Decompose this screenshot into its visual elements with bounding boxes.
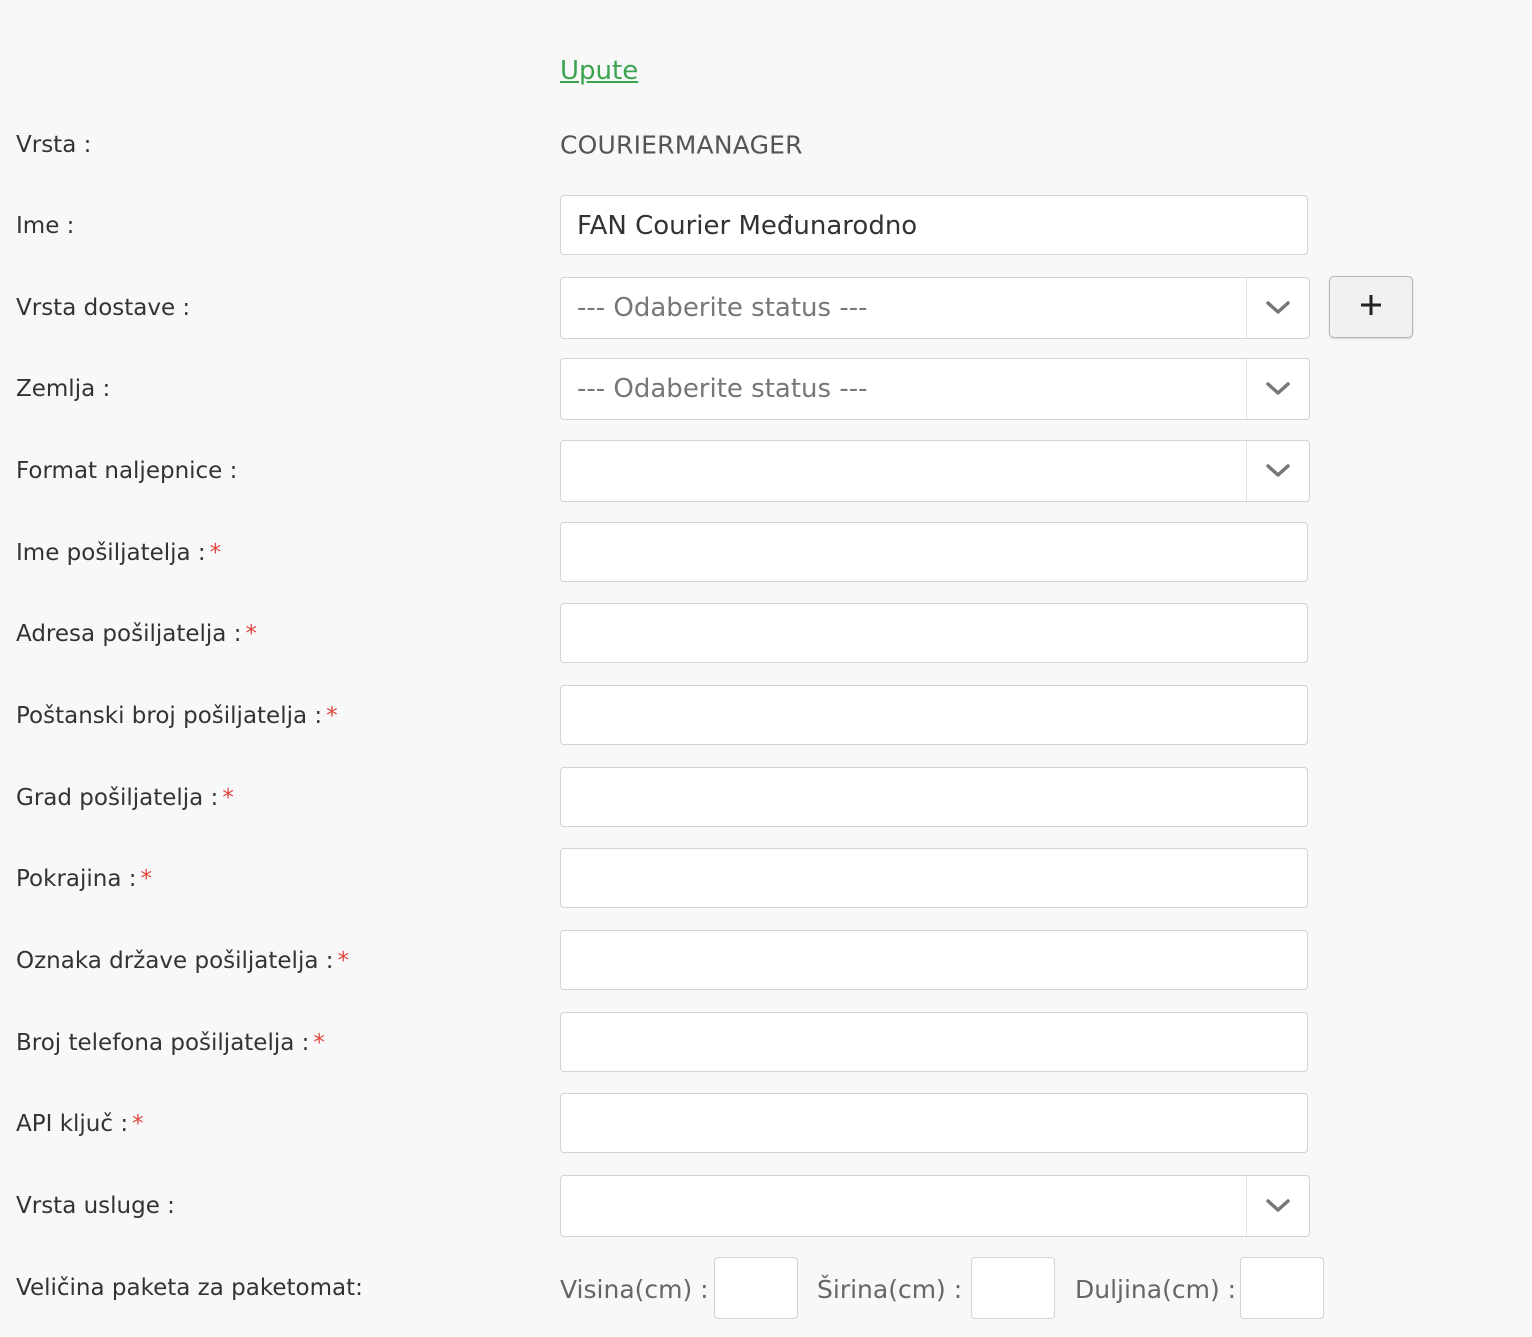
row-vrsta-usluge: Vrsta usluge : xyxy=(0,1175,1532,1237)
help-link[interactable]: Upute xyxy=(560,56,638,86)
api-kljuc-label: API ključ : * xyxy=(16,1111,144,1137)
broj-telefona-label: Broj telefona pošiljatelja : * xyxy=(16,1030,325,1056)
grad-posiljatelja-label: Grad pošiljatelja : * xyxy=(16,785,234,811)
vrsta-dostave-selected: --- Odaberite status --- xyxy=(577,293,868,323)
velicina-paketa-label: Veličina paketa za paketomat: xyxy=(16,1275,363,1301)
grad-posiljatelja-input[interactable] xyxy=(560,767,1308,827)
chevron-down-icon[interactable] xyxy=(1246,278,1309,338)
duljina-input[interactable] xyxy=(1240,1257,1324,1319)
vrsta-dostave-label: Vrsta dostave : xyxy=(16,295,191,321)
ime-posiljatelja-label: Ime pošiljatelja : * xyxy=(16,540,222,566)
vrsta-usluge-label: Vrsta usluge : xyxy=(16,1193,175,1219)
row-velicina-paketa: Veličina paketa za paketomat: Visina(cm)… xyxy=(0,1257,1532,1319)
row-postanski-broj: Poštanski broj pošiljatelja : * xyxy=(0,685,1532,747)
postanski-broj-input[interactable] xyxy=(560,685,1308,745)
sirina-input[interactable] xyxy=(971,1257,1055,1319)
plus-icon xyxy=(1359,293,1383,321)
required-mark: * xyxy=(337,948,350,974)
ime-label: Ime : xyxy=(16,213,75,239)
required-mark: * xyxy=(326,703,338,729)
row-broj-telefona: Broj telefona pošiljatelja : * xyxy=(0,1012,1532,1074)
format-naljepnice-label: Format naljepnice : xyxy=(16,458,238,484)
broj-telefona-input[interactable] xyxy=(560,1012,1308,1072)
courier-settings-form: Upute Vrsta : COURIERMANAGER Ime : FAN C… xyxy=(0,0,1532,1337)
vrsta-dostave-select[interactable]: --- Odaberite status --- xyxy=(560,277,1310,339)
zemlja-select[interactable]: --- Odaberite status --- xyxy=(560,358,1310,420)
row-format-naljepnice: Format naljepnice : xyxy=(0,440,1532,502)
duljina-label: Duljina(cm) : xyxy=(1075,1275,1237,1304)
zemlja-selected: --- Odaberite status --- xyxy=(577,374,868,404)
chevron-down-icon[interactable] xyxy=(1246,359,1309,419)
required-mark: * xyxy=(245,621,257,647)
ime-input[interactable]: FAN Courier Međunarodno xyxy=(560,195,1308,255)
visina-label: Visina(cm) : xyxy=(560,1275,709,1304)
required-mark: * xyxy=(132,1111,144,1137)
add-delivery-type-button[interactable] xyxy=(1329,276,1413,338)
adresa-posiljatelja-input[interactable] xyxy=(560,603,1308,663)
chevron-down-icon[interactable] xyxy=(1246,1176,1309,1236)
ime-posiljatelja-input[interactable] xyxy=(560,522,1308,582)
required-mark: * xyxy=(209,540,222,566)
zemlja-label: Zemlja : xyxy=(16,376,111,402)
row-adresa-posiljatelja: Adresa pošiljatelja : * xyxy=(0,603,1532,665)
vrsta-label: Vrsta : xyxy=(16,132,92,158)
row-ime: Ime : FAN Courier Međunarodno xyxy=(0,195,1532,257)
row-grad-posiljatelja: Grad pošiljatelja : * xyxy=(0,767,1532,829)
sirina-label: Širina(cm) : xyxy=(817,1275,963,1304)
visina-input[interactable] xyxy=(714,1257,798,1319)
row-api-kljuc: API ključ : * xyxy=(0,1093,1532,1155)
row-ime-posiljatelja: Ime pošiljatelja : * xyxy=(0,522,1532,584)
vrsta-value: COURIERMANAGER xyxy=(560,130,803,160)
vrsta-usluge-select[interactable] xyxy=(560,1175,1310,1237)
oznaka-drzave-input[interactable] xyxy=(560,930,1308,990)
row-zemlja: Zemlja : --- Odaberite status --- xyxy=(0,358,1532,420)
api-kljuc-input[interactable] xyxy=(560,1093,1308,1153)
format-naljepnice-select[interactable] xyxy=(560,440,1310,502)
chevron-down-icon[interactable] xyxy=(1246,441,1309,501)
oznaka-drzave-label: Oznaka države pošiljatelja : * xyxy=(16,948,349,974)
pokrajina-input[interactable] xyxy=(560,848,1308,908)
row-vrsta: Vrsta : COURIERMANAGER xyxy=(0,114,1532,176)
row-vrsta-dostave: Vrsta dostave : --- Odaberite status --- xyxy=(0,276,1532,339)
pokrajina-label: Pokrajina : * xyxy=(16,866,153,892)
row-oznaka-drzave: Oznaka države pošiljatelja : * xyxy=(0,930,1532,992)
adresa-posiljatelja-label: Adresa pošiljatelja : * xyxy=(16,621,257,647)
postanski-broj-label: Poštanski broj pošiljatelja : * xyxy=(16,703,338,729)
required-mark: * xyxy=(140,866,153,892)
required-mark: * xyxy=(313,1030,325,1056)
required-mark: * xyxy=(222,785,234,811)
row-pokrajina: Pokrajina : * xyxy=(0,848,1532,910)
